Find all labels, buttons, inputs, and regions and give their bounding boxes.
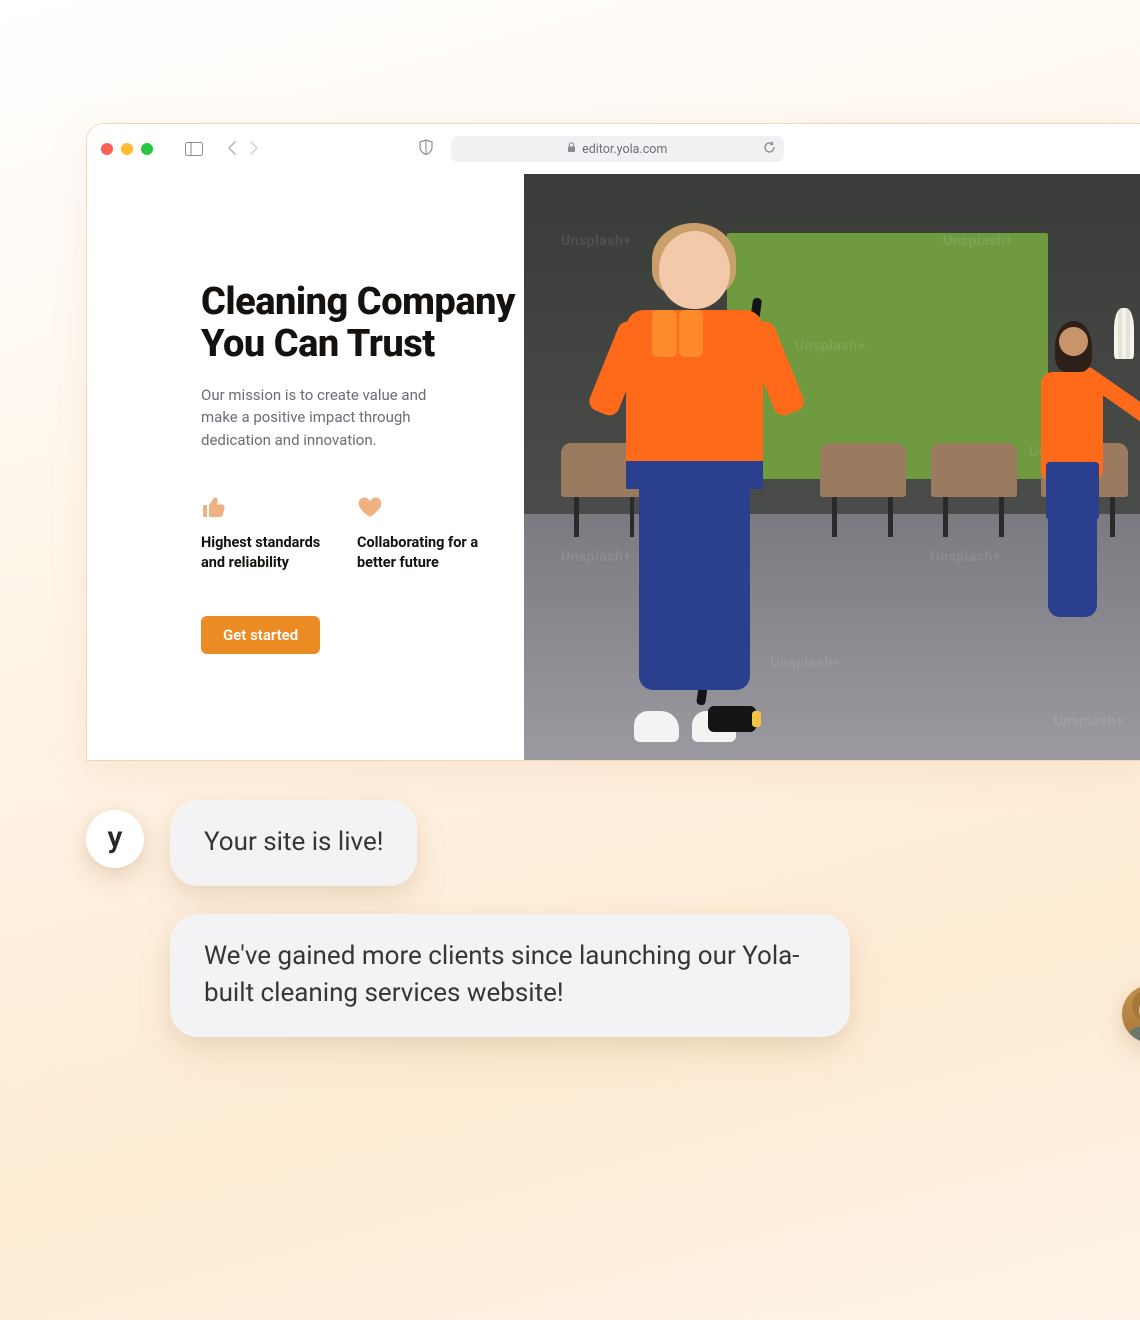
user-avatar — [1122, 985, 1140, 1043]
hero-image: Unsplash+ Unsplash+ Unsplash+ Unsplash+ … — [524, 174, 1140, 760]
nav-arrows — [227, 140, 259, 159]
hero-subtitle: Our mission is to create value and make … — [201, 384, 461, 452]
chat-area: y Your site is live! We've gained more c… — [86, 800, 1080, 1037]
forward-arrow-icon[interactable] — [249, 140, 259, 159]
yola-avatar-initial: y — [108, 820, 123, 855]
reload-icon[interactable] — [763, 141, 776, 158]
back-arrow-icon[interactable] — [227, 140, 237, 159]
chat-row-user: We've gained more clients since launchin… — [170, 914, 1080, 1037]
chat-bubble: Your site is live! — [170, 800, 417, 886]
maximize-icon[interactable] — [141, 143, 153, 155]
yola-avatar: y — [86, 810, 144, 868]
person-primary — [586, 215, 808, 742]
lock-icon — [567, 142, 576, 157]
close-icon[interactable] — [101, 143, 113, 155]
chat-bubble: We've gained more clients since launchin… — [170, 914, 850, 1037]
feature-item: Highest standards and reliability — [201, 495, 331, 572]
browser-toolbar: editor.yola.com — [87, 124, 1140, 174]
address-bar-host: editor.yola.com — [582, 142, 667, 157]
feature-list: Highest standards and reliability Collab… — [201, 495, 524, 572]
minimize-icon[interactable] — [121, 143, 133, 155]
person-secondary — [1017, 321, 1128, 643]
sidebar-toggle-icon[interactable] — [185, 142, 203, 156]
browser-window: editor.yola.com Cleaning Company You Can… — [86, 123, 1140, 761]
address-bar[interactable]: editor.yola.com — [451, 136, 784, 162]
window-controls — [101, 143, 153, 155]
chat-bubble-text: We've gained more clients since launchin… — [204, 941, 799, 1009]
shield-icon[interactable] — [419, 139, 433, 159]
feature-title: Collaborating for a better future — [357, 533, 487, 572]
feature-title: Highest standards and reliability — [201, 533, 331, 572]
get-started-button[interactable]: Get started — [201, 616, 320, 654]
chat-row-yola: y Your site is live! — [86, 800, 1080, 886]
hero-title: Cleaning Company You Can Trust — [201, 282, 524, 366]
cta-label: Get started — [223, 626, 298, 644]
thumbs-up-icon — [201, 495, 331, 519]
feature-item: Collaborating for a better future — [357, 495, 487, 572]
chat-bubble-text: Your site is live! — [204, 827, 383, 857]
hero-left: Cleaning Company You Can Trust Our missi… — [87, 174, 524, 760]
site-preview: Cleaning Company You Can Trust Our missi… — [87, 174, 1140, 760]
heart-icon — [357, 495, 487, 519]
